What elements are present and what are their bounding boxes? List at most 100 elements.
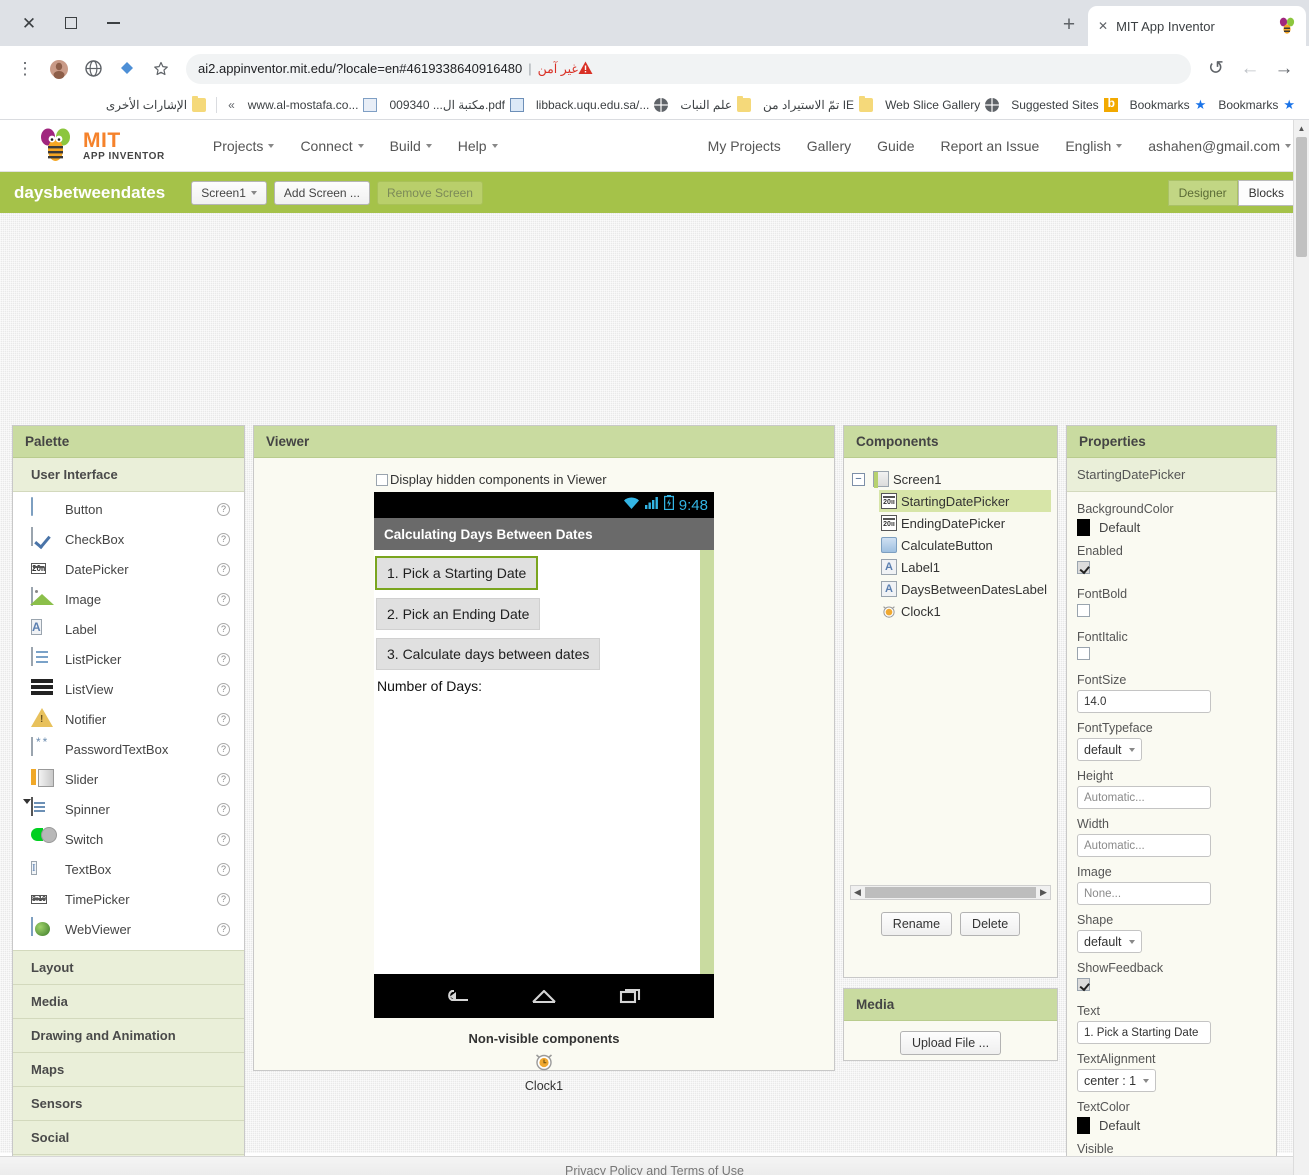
tree-item-startingdatepicker[interactable]: 20ıı StartingDatePicker xyxy=(879,490,1051,512)
tree-item-label1[interactable]: A Label1 xyxy=(879,556,1051,578)
palette-item-notifier[interactable]: Notifier? xyxy=(13,704,244,734)
extension-icon[interactable] xyxy=(113,55,141,83)
display-hidden-components-checkbox[interactable]: Display hidden components in Viewer xyxy=(254,472,834,487)
property-value-fonttypeface[interactable]: default xyxy=(1077,738,1142,761)
window-minimize-button[interactable] xyxy=(92,6,134,40)
scroll-up-icon[interactable]: ▲ xyxy=(1294,120,1309,136)
forward-icon[interactable]: → xyxy=(1270,55,1298,83)
palette-item-textbox[interactable]: I TextBox? xyxy=(13,854,244,884)
menu-language[interactable]: English xyxy=(1065,138,1123,154)
palette-item-label[interactable]: A Label? xyxy=(13,614,244,644)
palette-category-sensors[interactable]: Sensors xyxy=(13,1087,244,1121)
menu-kebab-icon[interactable]: ⋮ xyxy=(11,55,39,83)
bookmark-item[interactable]: علم النبات xyxy=(674,93,757,117)
palette-category-social[interactable]: Social xyxy=(13,1121,244,1155)
property-value-fontsize[interactable]: 14.0 xyxy=(1077,690,1211,713)
bookmark-item[interactable]: ★ Bookmarks xyxy=(1212,93,1301,117)
help-icon[interactable]: ? xyxy=(217,532,230,546)
tab-designer[interactable]: Designer xyxy=(1167,179,1238,206)
other-bookmarks-folder[interactable]: الإشارات الأخرى xyxy=(100,93,212,117)
property-value-fontbold[interactable] xyxy=(1077,604,1090,617)
palette-item-timepicker[interactable]: 8:10 TimePicker? xyxy=(13,884,244,914)
property-value-fontitalic[interactable] xyxy=(1077,647,1090,660)
globe-icon[interactable] xyxy=(79,55,107,83)
tree-item-clock1[interactable]: Clock1 xyxy=(879,600,1051,622)
palette-item-slider[interactable]: Slider? xyxy=(13,764,244,794)
palette-category-maps[interactable]: Maps xyxy=(13,1053,244,1087)
ending-date-picker-preview[interactable]: 2. Pick an Ending Date xyxy=(376,598,541,630)
delete-button[interactable]: Delete xyxy=(960,912,1021,936)
help-icon[interactable]: ? xyxy=(217,892,230,906)
property-value-image[interactable]: None... xyxy=(1077,882,1211,905)
palette-item-passwordtextbox[interactable]: PasswordTextBox? xyxy=(13,734,244,764)
scroll-left-icon[interactable]: ◀ xyxy=(851,887,864,898)
help-icon[interactable]: ? xyxy=(217,862,230,876)
bookmark-item[interactable]: ★ Bookmarks xyxy=(1124,93,1213,117)
menu-connect[interactable]: Connect xyxy=(300,138,364,154)
back-icon[interactable] xyxy=(442,986,472,1006)
window-maximize-button[interactable] xyxy=(50,6,92,40)
recents-icon[interactable] xyxy=(616,986,646,1006)
palette-item-listview[interactable]: ListView? xyxy=(13,674,244,704)
color-swatch[interactable] xyxy=(1077,519,1090,536)
palette-item-switch[interactable]: Switch? xyxy=(13,824,244,854)
palette-item-spinner[interactable]: Spinner? xyxy=(13,794,244,824)
help-icon[interactable]: ? xyxy=(217,832,230,846)
bookmark-item[interactable]: www.al-mostafa.co... xyxy=(242,93,384,117)
tree-item-screen1[interactable]: − Screen1 xyxy=(850,468,1051,490)
menu-build[interactable]: Build xyxy=(390,138,432,154)
bookmark-item[interactable]: Web Slice Gallery xyxy=(879,93,1005,117)
bookmark-item[interactable]: libback.uqu.edu.sa/... xyxy=(530,93,674,117)
phone-scrollbar[interactable] xyxy=(700,550,714,974)
menu-guide[interactable]: Guide xyxy=(877,138,914,154)
help-icon[interactable]: ? xyxy=(217,652,230,666)
palette-category-media[interactable]: Media xyxy=(13,985,244,1019)
browser-tab-mit-app-inventor[interactable]: ✕ MIT App Inventor xyxy=(1088,6,1306,46)
property-value-textcolor[interactable]: Default xyxy=(1077,1117,1266,1134)
reload-icon[interactable]: ↺ xyxy=(1202,55,1230,83)
palette-item-datepicker[interactable]: 20ıı DatePicker? xyxy=(13,554,244,584)
help-icon[interactable]: ? xyxy=(217,622,230,636)
nonvisible-component-clock1[interactable]: Clock1 xyxy=(254,1050,834,1093)
help-icon[interactable]: ? xyxy=(217,682,230,696)
screen-select-dropdown[interactable]: Screen1 xyxy=(191,180,267,205)
property-value-width[interactable]: Automatic... xyxy=(1077,834,1211,857)
address-bar[interactable]: غير آمن | ai2.appinventor.mit.edu/?local… xyxy=(186,53,1191,84)
page-scroll-thumb[interactable] xyxy=(1296,137,1307,257)
page-scrollbar[interactable]: ▲ xyxy=(1293,120,1309,1175)
tab-blocks[interactable]: Blocks xyxy=(1237,179,1295,206)
property-value-textalignment[interactable]: center : 1 xyxy=(1077,1069,1157,1092)
help-icon[interactable]: ? xyxy=(217,712,230,726)
help-icon[interactable]: ? xyxy=(217,562,230,576)
property-value-shape[interactable]: default xyxy=(1077,930,1142,953)
palette-item-button[interactable]: Button? xyxy=(13,494,244,524)
bookmark-item[interactable]: مكتبة ال... 009340.pdf xyxy=(383,93,530,117)
help-icon[interactable]: ? xyxy=(217,502,230,516)
back-icon[interactable]: ← xyxy=(1236,55,1264,83)
property-value-height[interactable]: Automatic... xyxy=(1077,786,1211,809)
bookmark-item[interactable]: Suggested Sites xyxy=(1005,93,1123,117)
property-value-text[interactable]: 1. Pick a Starting Date xyxy=(1077,1021,1211,1044)
scroll-thumb[interactable] xyxy=(865,887,1036,898)
bookmarks-overflow-chevron[interactable]: « xyxy=(221,98,242,112)
menu-gallery[interactable]: Gallery xyxy=(807,138,851,154)
palette-category-layout[interactable]: Layout xyxy=(13,951,244,985)
palette-item-image[interactable]: Image? xyxy=(13,584,244,614)
starting-date-picker-preview[interactable]: 1. Pick a Starting Date xyxy=(375,556,539,590)
security-warning[interactable]: غير آمن xyxy=(538,61,599,76)
palette-item-listpicker[interactable]: ListPicker? xyxy=(13,644,244,674)
home-icon[interactable] xyxy=(529,986,559,1006)
window-close-button[interactable]: ✕ xyxy=(8,6,50,40)
palette-category-drawing-and-animation[interactable]: Drawing and Animation xyxy=(13,1019,244,1053)
bookmark-item[interactable]: تمّ الاستيراد من IE xyxy=(757,93,879,117)
palette-category-user-interface[interactable]: User Interface xyxy=(13,458,244,492)
menu-account[interactable]: ashahen@gmail.com xyxy=(1148,138,1291,154)
mit-app-inventor-logo[interactable]: MIT APP INVENTOR xyxy=(36,128,165,164)
menu-help[interactable]: Help xyxy=(458,138,498,154)
calculate-button-preview[interactable]: 3. Calculate days between dates xyxy=(376,638,601,670)
tree-item-calculatebutton[interactable]: CalculateButton xyxy=(879,534,1051,556)
components-horizontal-scrollbar[interactable]: ◀ ▶ xyxy=(850,885,1051,900)
palette-item-checkbox[interactable]: CheckBox? xyxy=(13,524,244,554)
scroll-right-icon[interactable]: ▶ xyxy=(1037,887,1050,898)
upload-file-button[interactable]: Upload File ... xyxy=(899,1031,1002,1055)
